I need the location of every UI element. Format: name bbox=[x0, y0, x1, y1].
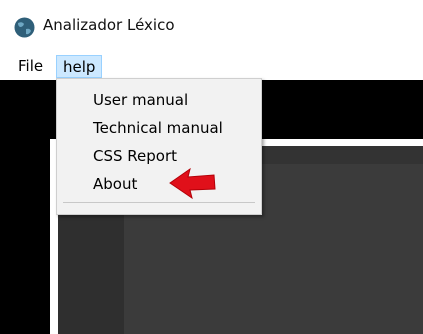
menu-help[interactable]: help bbox=[56, 55, 103, 78]
menu-separator bbox=[63, 202, 255, 203]
menu-bar: File help bbox=[0, 54, 423, 80]
menu-item-css-report[interactable]: CSS Report bbox=[93, 145, 177, 167]
content-panel-gutter bbox=[58, 210, 124, 334]
menu-item-technical-manual[interactable]: Technical manual bbox=[93, 117, 223, 139]
window-title: Analizador Léxico bbox=[43, 16, 175, 34]
globe-icon bbox=[14, 17, 35, 38]
red-arrow-annotation-icon bbox=[169, 167, 216, 200]
menu-file[interactable]: File bbox=[12, 55, 49, 78]
menu-item-about[interactable]: About bbox=[93, 173, 137, 195]
title-bar: Analizador Léxico bbox=[0, 0, 423, 54]
help-dropdown-menu: User manual Technical manual CSS Report … bbox=[56, 78, 262, 215]
menu-item-user-manual[interactable]: User manual bbox=[93, 89, 188, 111]
